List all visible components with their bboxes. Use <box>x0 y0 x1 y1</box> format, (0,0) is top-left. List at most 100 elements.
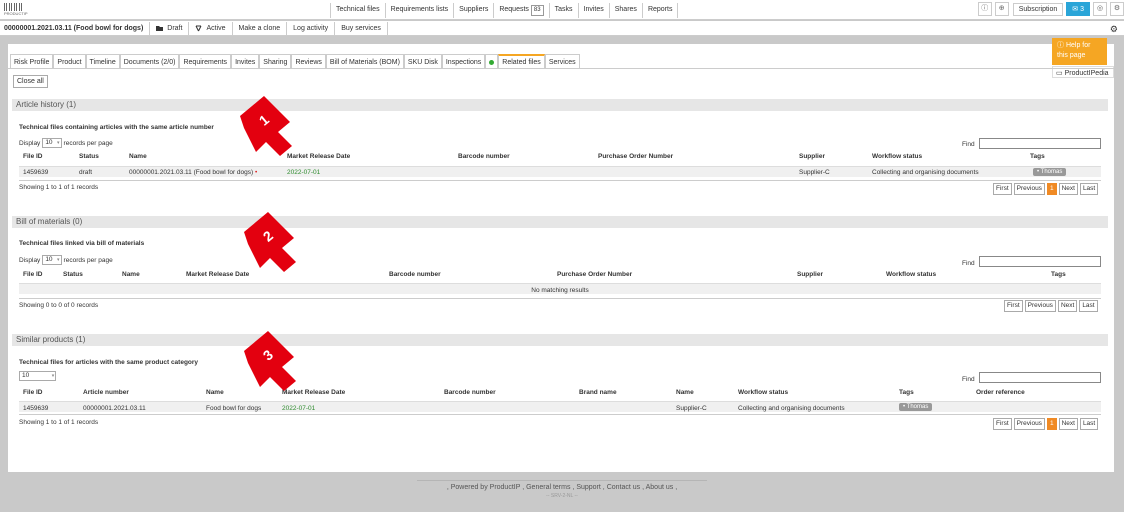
col-supplier-name[interactable]: Name <box>676 389 694 396</box>
col-workflow-status[interactable]: Workflow status <box>872 153 922 160</box>
subscription-button[interactable]: Subscription <box>1012 2 1064 16</box>
next-page-button[interactable]: Next <box>1058 418 1078 430</box>
footer-links: , Powered by ProductIP , General terms ,… <box>417 480 707 491</box>
col-file-id[interactable]: File ID <box>23 271 43 278</box>
table-bottom-border <box>19 414 1101 415</box>
powered-by-link[interactable]: Powered by ProductIP <box>451 484 521 491</box>
col-brand-name[interactable]: Brand name <box>579 389 617 396</box>
notification-count-button[interactable]: ✉ 3 <box>1066 2 1090 16</box>
tab-requirements[interactable]: Requirements <box>179 54 232 69</box>
about-us-link[interactable]: About us <box>646 484 674 491</box>
article-history-find-input[interactable] <box>979 138 1101 149</box>
current-page-button[interactable]: 1 <box>1046 418 1057 430</box>
tab-services[interactable]: Services <box>544 54 580 69</box>
cell-name[interactable]: Food bowl for dogs <box>206 405 261 412</box>
globe-icon[interactable]: ⊕ <box>994 2 1009 16</box>
bom-find-input[interactable] <box>979 256 1101 267</box>
previous-page-button[interactable]: Previous <box>1024 300 1056 312</box>
first-page-button[interactable]: First <box>1004 300 1023 312</box>
tab-related-files[interactable]: Related files <box>498 54 545 69</box>
settings-gear-icon[interactable]: ⚙ <box>1110 24 1118 35</box>
previous-page-button[interactable]: Previous <box>1013 418 1045 430</box>
tab-documents[interactable]: Documents (2/0) <box>119 54 180 69</box>
notification-count: 3 <box>1080 6 1084 13</box>
make-clone-button[interactable]: Make a clone <box>231 21 287 35</box>
nav-requests-label: Requests <box>499 6 529 13</box>
tab-sharing[interactable]: Sharing <box>259 54 292 69</box>
tab-reviews[interactable]: Reviews <box>291 54 326 69</box>
nav-suppliers[interactable]: Suppliers <box>453 3 493 18</box>
next-page-button[interactable]: Next <box>1057 300 1078 312</box>
user-icon[interactable]: ◎ <box>1093 2 1107 16</box>
records-per-page-select[interactable]: 10 <box>42 255 62 265</box>
records-per-page-select[interactable]: 10 <box>19 371 57 381</box>
support-link[interactable]: Support <box>576 484 601 491</box>
contact-us-link[interactable]: Contact us <box>607 484 640 491</box>
tag-badge[interactable]: • Thomas <box>1033 168 1067 176</box>
help-for-page-button[interactable]: ⓘ Help for this page <box>1052 38 1107 65</box>
close-all-button[interactable]: Close all <box>13 75 48 88</box>
col-article-number[interactable]: Article number <box>83 389 129 396</box>
col-tags[interactable]: Tags <box>1051 271 1066 278</box>
last-page-button[interactable]: Last <box>1079 300 1098 312</box>
tab-status-icon[interactable] <box>485 54 499 69</box>
next-page-button[interactable]: Next <box>1058 183 1078 195</box>
current-page-button[interactable]: 1 <box>1046 183 1057 195</box>
info-icon[interactable]: ⓘ <box>977 2 992 16</box>
last-page-button[interactable]: Last <box>1079 183 1099 195</box>
col-purchase-order-number[interactable]: Purchase Order Number <box>557 271 632 278</box>
col-file-id[interactable]: File ID <box>23 389 43 396</box>
tab-inspections[interactable]: Inspections <box>441 54 486 69</box>
last-page-button[interactable]: Last <box>1079 418 1099 430</box>
col-barcode-number[interactable]: Barcode number <box>458 153 510 160</box>
col-name[interactable]: Name <box>129 153 147 160</box>
col-purchase-order-number[interactable]: Purchase Order Number <box>598 153 673 160</box>
col-status[interactable]: Status <box>63 271 83 278</box>
cell-file-id: 1459639 <box>23 169 49 176</box>
tab-risk-profile[interactable]: Risk Profile <box>10 54 54 69</box>
col-tags[interactable]: Tags <box>1030 153 1045 160</box>
similar-find-input[interactable] <box>979 372 1101 383</box>
tab-bill-of-materials[interactable]: Bill of Materials (BOM) <box>325 54 404 69</box>
similar-products-header[interactable]: Similar products (1) <box>12 334 1108 346</box>
nav-shares[interactable]: Shares <box>608 3 642 18</box>
col-tags[interactable]: Tags <box>899 389 914 396</box>
log-activity-button[interactable]: Log activity <box>286 21 334 35</box>
tab-timeline[interactable]: Timeline <box>85 54 120 69</box>
previous-page-button[interactable]: Previous <box>1013 183 1045 195</box>
nav-technical-files[interactable]: Technical files <box>330 3 385 18</box>
bom-header[interactable]: Bill of materials (0) <box>12 216 1108 228</box>
buy-services-button[interactable]: Buy services <box>334 21 388 35</box>
nav-invites[interactable]: Invites <box>577 3 609 18</box>
tab-invites[interactable]: Invites <box>231 54 260 69</box>
col-barcode-number[interactable]: Barcode number <box>444 389 496 396</box>
col-workflow-status[interactable]: Workflow status <box>738 389 788 396</box>
cell-name[interactable]: 00000001.2021.03.11 (Food bowl for dogs)… <box>129 169 257 176</box>
nav-tasks[interactable]: Tasks <box>548 3 578 18</box>
productip-logo[interactable]: PRODUCTIP <box>4 3 28 16</box>
general-terms-link[interactable]: General terms <box>526 484 570 491</box>
tab-product[interactable]: Product <box>53 54 86 69</box>
col-order-reference[interactable]: Order reference <box>976 389 1025 396</box>
col-file-id[interactable]: File ID <box>23 153 43 160</box>
col-supplier[interactable]: Supplier <box>797 271 823 278</box>
tab-sku-disk[interactable]: SKU Disk <box>403 54 442 69</box>
nav-requests[interactable]: Requests 83 <box>493 3 548 18</box>
draft-button[interactable]: Draft <box>149 21 188 35</box>
article-history-header[interactable]: Article history (1) <box>12 99 1108 111</box>
tag-badge[interactable]: • Thomas <box>899 403 933 411</box>
col-status[interactable]: Status <box>79 153 99 160</box>
wrench-icon[interactable]: ⚙ <box>1110 2 1124 16</box>
first-page-button[interactable]: First <box>993 418 1012 430</box>
active-button[interactable]: Active <box>188 21 231 35</box>
col-name[interactable]: Name <box>206 389 224 396</box>
nav-reports[interactable]: Reports <box>641 3 679 18</box>
table-row[interactable] <box>19 401 1101 412</box>
first-page-button[interactable]: First <box>993 183 1012 195</box>
col-barcode-number[interactable]: Barcode number <box>389 271 441 278</box>
records-per-page-select[interactable]: 10 <box>42 138 62 148</box>
nav-requirements-lists[interactable]: Requirements lists <box>384 3 454 18</box>
col-name[interactable]: Name <box>122 271 140 278</box>
col-workflow-status[interactable]: Workflow status <box>886 271 936 278</box>
col-supplier[interactable]: Supplier <box>799 153 825 160</box>
